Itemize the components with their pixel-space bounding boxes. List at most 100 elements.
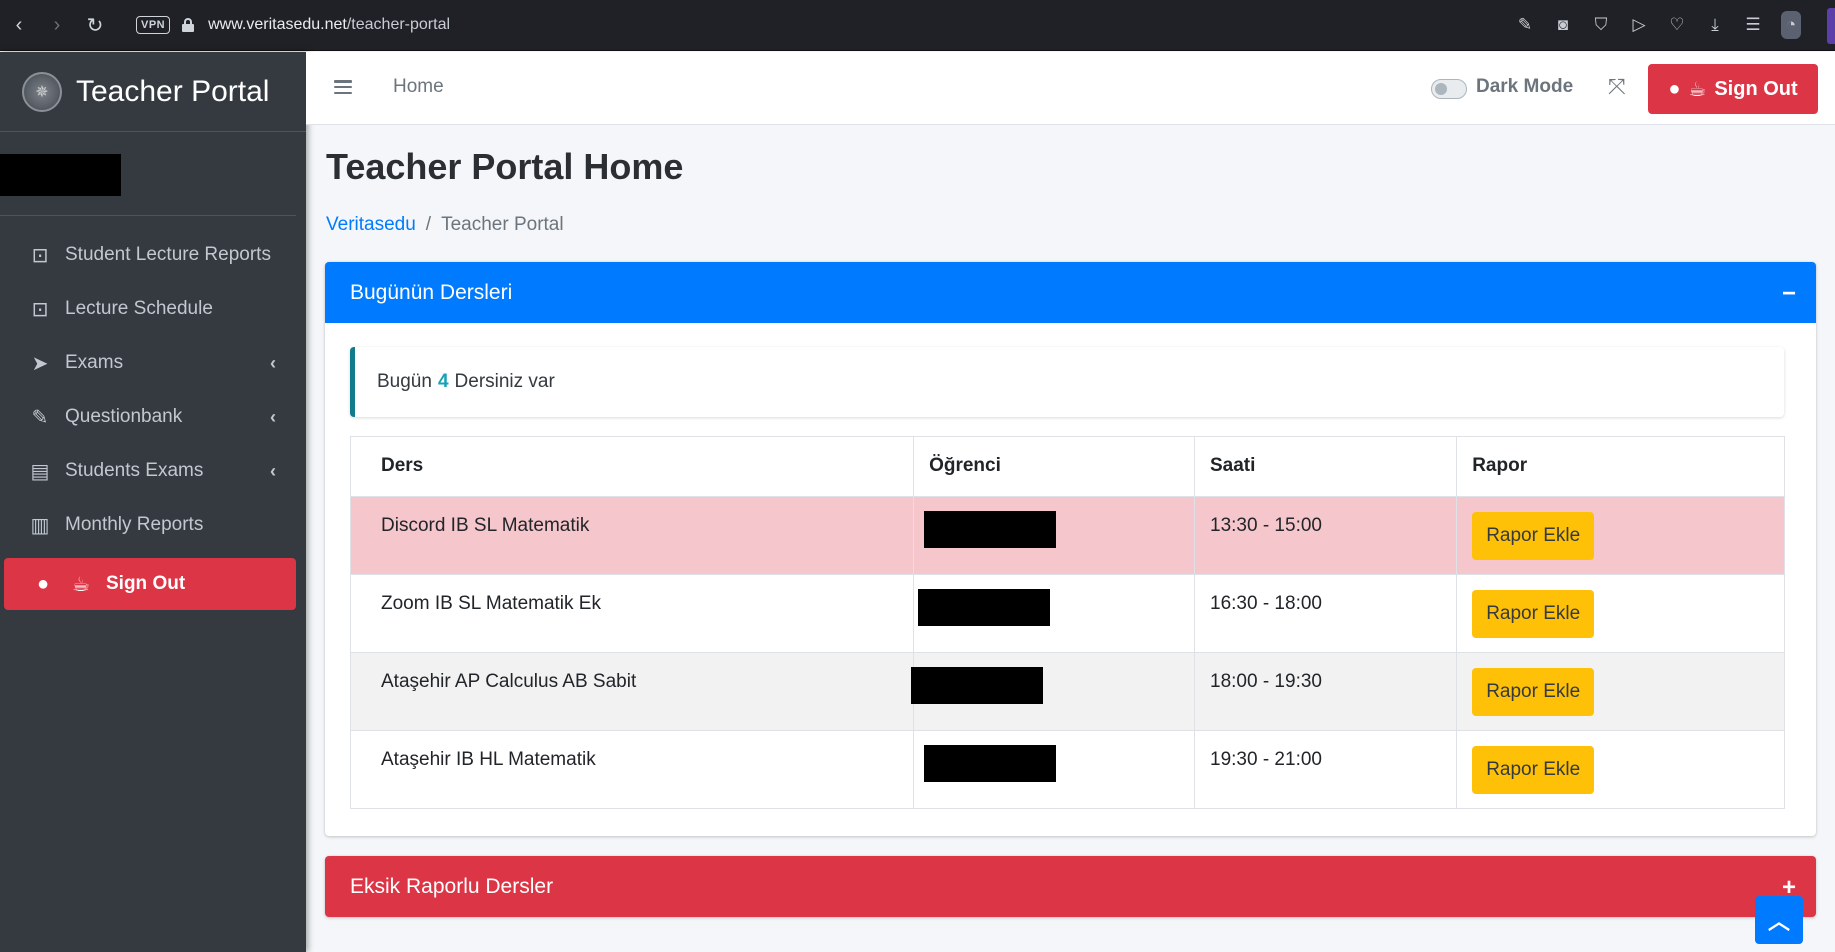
camera-icon[interactable]: ◙ (1553, 15, 1573, 35)
column-header-ders: Ders (349, 436, 915, 497)
paper-plane-icon: ➤ (31, 352, 49, 375)
lesson-time: 18:00 - 19:30 (1193, 652, 1458, 731)
cookie-icon: ● (1668, 77, 1681, 100)
callout-prefix: Bugün (377, 371, 432, 392)
mug-icon: ☕ (72, 573, 90, 596)
column-header-ogrenci: Öğrenci (913, 436, 1195, 497)
browser-toolbar: ‹ › ↻ VPN www.veritasedu.net/teacher-por… (0, 0, 1835, 51)
url-path: /teacher-portal (346, 16, 451, 33)
menu-icon[interactable]: ☰ (1743, 15, 1763, 35)
lessons-table: Ders Öğrenci Saati Rapor Discord IB SL M… (349, 436, 1785, 809)
breadcrumb-separator: / (425, 214, 432, 235)
fullscreen-icon[interactable]: ⤧ (1608, 74, 1626, 100)
student-cell (913, 496, 1195, 575)
edit-icon: ✎ (31, 406, 49, 429)
back-icon[interactable]: ‹ (0, 5, 38, 45)
lesson-time: 13:30 - 15:00 (1193, 496, 1458, 575)
sidebar-item-exams[interactable]: ➤ Exams ‹ (0, 336, 296, 390)
browser-actions: ✎ ◙ ⛉ ▷ ♡ ⤓ ☰ ◔ (1515, 0, 1801, 50)
logo-icon: ✵ (22, 71, 62, 112)
brand-link[interactable]: ✵ Teacher Portal (0, 52, 306, 132)
minus-icon[interactable]: − (1782, 280, 1796, 308)
shield-icon[interactable]: ⛉ (1591, 15, 1611, 35)
dark-mode-toggle[interactable] (1431, 79, 1467, 99)
todays-lessons-card: Bugünün Dersleri − Bugün 4 Dersiniz var … (325, 262, 1816, 836)
breadcrumb-link[interactable]: Veritasedu (326, 214, 416, 236)
column-header-rapor: Rapor (1456, 436, 1785, 497)
sidebar-item-label: Exams (65, 352, 124, 373)
sidebar-item-students-exams[interactable]: ▤ Students Exams ‹ (0, 444, 296, 498)
address-bar[interactable]: www.veritasedu.net/teacher-portal (208, 16, 450, 34)
dark-mode-label: Dark Mode (1476, 76, 1574, 97)
sidebar-item-questionbank[interactable]: ✎ Questionbank ‹ (0, 390, 296, 444)
add-report-button[interactable]: Rapor Ekle (1472, 668, 1595, 716)
lesson-count: 4 (437, 371, 449, 392)
report-cell: Rapor Ekle (1456, 574, 1785, 653)
table-row: Zoom IB SL Matematik Ek 16:30 - 18:00 Ra… (349, 574, 1785, 653)
card-header: Bugünün Dersleri − (325, 262, 1816, 323)
sidebar: ✵ Teacher Portal ⊡ Student Lecture Repor… (0, 52, 306, 952)
reload-icon[interactable]: ↻ (76, 5, 114, 45)
column-header-saati: Saati (1193, 436, 1458, 497)
mug-icon: ☕ (1688, 78, 1707, 101)
play-icon[interactable]: ▷ (1629, 15, 1649, 35)
sidebar-menu: ⊡ Student Lecture Reports ⊡ Lecture Sche… (0, 216, 306, 610)
forward-icon[interactable]: › (38, 5, 76, 45)
report-cell: Rapor Ekle (1456, 730, 1785, 809)
redacted-student (911, 667, 1044, 704)
breadcrumb: Veritasedu / Teacher Portal (326, 214, 564, 236)
profile-icon[interactable]: ◔ (1781, 11, 1801, 39)
chevron-left-icon: ‹ (270, 460, 276, 481)
chalkboard-teacher-icon: ⊡ (31, 244, 49, 267)
report-cell: Rapor Ekle (1456, 496, 1785, 575)
table-row: Discord IB SL Matematik 13:30 - 15:00 Ra… (349, 496, 1785, 575)
vpn-badge[interactable]: VPN (136, 16, 171, 34)
edit-icon[interactable]: ✎ (1515, 15, 1535, 35)
card-header: Eksik Raporlu Dersler + (325, 856, 1816, 917)
student-cell (913, 730, 1195, 809)
sidebar-edge (1827, 8, 1835, 44)
add-report-button[interactable]: Rapor Ekle (1472, 590, 1595, 638)
report-cell: Rapor Ekle (1456, 652, 1785, 731)
lock-icon[interactable] (182, 18, 195, 32)
redacted-username (0, 154, 121, 196)
top-navbar: Home Dark Mode ⤧ ● ☕ Sign Out (306, 52, 1835, 125)
add-report-button[interactable]: Rapor Ekle (1472, 746, 1595, 794)
sidebar-item-label: Monthly Reports (65, 514, 204, 535)
navbar-signout-button[interactable]: ● ☕ Sign Out (1648, 64, 1818, 114)
book-icon: ▥ (30, 514, 50, 537)
url-host: www.veritasedu.net (208, 16, 347, 33)
sidebar-item-label: Questionbank (65, 406, 183, 427)
callout-suffix: Dersiniz var (454, 371, 555, 392)
heart-icon[interactable]: ♡ (1667, 15, 1687, 35)
table-header-row: Ders Öğrenci Saati Rapor (349, 436, 1785, 497)
lesson-time: 16:30 - 18:00 (1193, 574, 1458, 653)
redacted-student (924, 745, 1057, 782)
card-title: Eksik Raporlu Dersler (350, 874, 554, 898)
add-report-button[interactable]: Rapor Ekle (1472, 512, 1595, 560)
missing-reports-card: Eksik Raporlu Dersler + (325, 856, 1816, 917)
sidebar-item-monthly-reports[interactable]: ▥ Monthly Reports (0, 498, 296, 552)
redacted-student (918, 589, 1051, 626)
sidebar-item-label: Lecture Schedule (65, 298, 213, 319)
cookie-icon: ● (36, 572, 50, 595)
scroll-to-top-button[interactable]: ︿ (1755, 896, 1803, 944)
lesson-name: Zoom IB SL Matematik Ek (349, 574, 915, 653)
card-title: Bugünün Dersleri (350, 280, 513, 304)
chevron-left-icon: ‹ (270, 352, 276, 373)
nav-home-link[interactable]: Home (393, 76, 444, 98)
breadcrumb-current: Teacher Portal (441, 214, 564, 235)
sidebar-signout-button[interactable]: ● ☕ Sign Out (4, 558, 296, 610)
lesson-name: Ataşehir IB HL Matematik (349, 730, 915, 809)
sidebar-item-lecture-schedule[interactable]: ⊡ Lecture Schedule (0, 282, 296, 336)
hamburger-icon[interactable] (334, 80, 352, 94)
sidebar-item-student-lecture-reports[interactable]: ⊡ Student Lecture Reports (0, 228, 296, 282)
chalkboard-teacher-icon: ⊡ (31, 298, 49, 321)
navbar-signout-label: Sign Out (1714, 77, 1798, 100)
user-panel (0, 132, 296, 216)
lesson-name: Ataşehir AP Calculus AB Sabit (349, 652, 915, 731)
table-row: Ataşehir AP Calculus AB Sabit 18:00 - 19… (349, 652, 1785, 731)
download-icon[interactable]: ⤓ (1705, 15, 1725, 35)
main-content: Teacher Portal Home Veritasedu / Teacher… (306, 126, 1835, 952)
sidebar-item-label: Student Lecture Reports (65, 244, 271, 265)
